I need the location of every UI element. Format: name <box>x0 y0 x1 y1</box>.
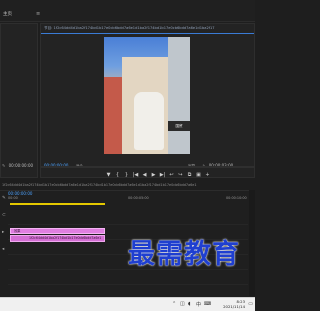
program-scrubber[interactable] <box>40 166 255 168</box>
step-back-button[interactable]: ◀ <box>140 172 149 178</box>
lift-button[interactable]: ↩ <box>167 172 176 178</box>
watermark: 最需教育 <box>128 239 240 270</box>
home-tab[interactable]: 主页 <box>3 11 12 17</box>
building-left <box>104 77 124 154</box>
building-right <box>168 37 190 154</box>
export-frame-button[interactable]: ⧉ <box>185 172 194 178</box>
top-menu-bar: 主页 ≡ <box>0 0 255 22</box>
source-controls: ✎ 00:00:00:00 <box>2 163 33 168</box>
volume-icon[interactable]: ◖ <box>188 301 191 307</box>
snap-icon[interactable]: ⊂ <box>2 213 8 218</box>
clock-date: 2021/11/14 <box>223 304 245 309</box>
network-icon[interactable]: ◫ <box>180 301 185 307</box>
transport-controls: ▼{} |◀ ◀ ▶ ▶| ↩ ↪ ⧉ ▣ + <box>104 172 214 179</box>
wrench-icon[interactable]: ✎ <box>2 196 8 201</box>
chevron-up-icon[interactable]: ⌃ <box>172 301 176 307</box>
program-active-underline <box>41 33 254 34</box>
work-area-bar[interactable] <box>10 203 105 205</box>
compare-button[interactable]: ▣ <box>194 172 203 178</box>
taskbar-clock[interactable]: 8:23 2021/11/14 <box>223 299 245 309</box>
add-marker-button[interactable]: ▼ <box>104 172 113 178</box>
audio-track-icon[interactable]: ◂ <box>2 247 8 252</box>
track-toggle-icon[interactable]: ▸ <box>2 230 8 235</box>
step-forward-button[interactable]: ▶| <box>158 172 167 178</box>
go-to-in-button[interactable]: |◀ <box>131 172 140 178</box>
storefront-sign: 国贸 <box>168 121 190 131</box>
ruler-tick-label: 00:00:05:00 <box>128 196 149 200</box>
mark-out-button[interactable]: } <box>122 172 131 178</box>
audio-meter <box>249 190 255 296</box>
program-monitor-title[interactable]: 节目: 1f2c64dd4d1ba2f174bd1b17e0cb6bdd7a6e… <box>44 26 252 32</box>
ruler-tick-label: 00:00 <box>8 196 18 200</box>
timeline-tools: ✎ ⊂ ▸ ◂ <box>2 196 8 286</box>
play-button[interactable]: ▶ <box>149 172 158 178</box>
notification-icon[interactable]: ▭ <box>248 301 253 307</box>
keyboard-icon[interactable]: ⌨ <box>204 301 211 307</box>
ruler-tick-label: 00:00:10:00 <box>226 196 247 200</box>
menu-icon[interactable]: ≡ <box>36 11 40 17</box>
add-button[interactable]: + <box>203 172 212 178</box>
source-timecode: 00:00:00:00 <box>8 163 34 168</box>
wrench-icon[interactable]: ✎ <box>2 163 5 168</box>
windows-taskbar: ⌃ ◫ ◖ 中 ⌨ 8:23 2021/11/14 ▭ <box>0 297 255 311</box>
input-method-icon[interactable]: 中 <box>196 301 201 308</box>
extract-button[interactable]: ↪ <box>176 172 185 178</box>
video-clip[interactable]: 效果 <box>10 228 105 234</box>
audio-clip[interactable]: 1f2c64dd4d1ba2f174bd1b17e0cb6bdd7a6e1 <box>10 235 105 242</box>
mark-in-button[interactable]: { <box>113 172 122 178</box>
timeline-ruler[interactable]: 00:00 00:00:05:00 00:00:10:00 <box>8 196 248 202</box>
sequence-info-strip: 1f2c64dd4d1ba2f174bd1b17e0cb6bdd7a6e1d1b… <box>2 183 197 187</box>
source-panel <box>0 23 38 178</box>
statue <box>134 92 164 150</box>
program-video-frame[interactable]: 国贸 <box>104 37 190 154</box>
